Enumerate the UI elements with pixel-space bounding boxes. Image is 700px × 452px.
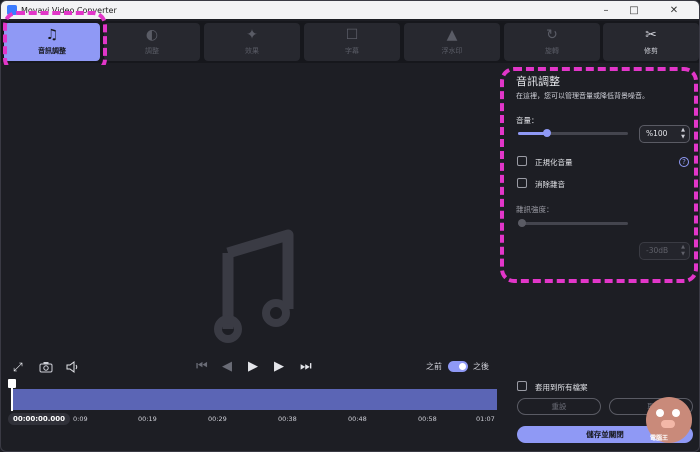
- tab-label: 浮水印: [441, 47, 463, 55]
- app-window: Movavi Video Converter – □ ✕ ♫ 音訊調整 ◐ 調整…: [0, 0, 700, 452]
- volume-icon[interactable]: [65, 360, 79, 374]
- highlight-audio-tab: [3, 11, 107, 73]
- mascot-eye: [672, 409, 680, 417]
- fullscreen-icon[interactable]: ⤢: [13, 359, 23, 375]
- tick-label: 00:19: [138, 415, 157, 423]
- music-note-icon: [214, 229, 294, 343]
- next-frame-icon[interactable]: ▶: [274, 359, 284, 375]
- tick-label: 01:07: [476, 415, 495, 423]
- before-after-toggle[interactable]: [448, 361, 468, 372]
- tick-label: 00:29: [208, 415, 227, 423]
- preview-area: [1, 65, 501, 355]
- before-label: 之前: [426, 362, 442, 371]
- tab-label: 字幕: [345, 47, 359, 55]
- close-button[interactable]: ✕: [649, 1, 699, 19]
- play-icon[interactable]: ▶: [248, 359, 258, 375]
- tab-rotate[interactable]: ↻ 旋轉: [504, 23, 600, 61]
- current-time: 00:00:00.000: [8, 413, 70, 425]
- tab-subtitles[interactable]: ☐ 字幕: [304, 23, 400, 61]
- timeline-ruler: 0:09 00:19 00:29 00:38 00:48 00:58 01:07: [1, 411, 501, 427]
- after-label: 之後: [473, 362, 489, 371]
- apply-all-checkbox[interactable]: [517, 381, 527, 391]
- magic-wand-icon: ✦: [246, 27, 258, 43]
- stamp-icon: ▲: [446, 27, 458, 43]
- tick-label: 00:48: [348, 415, 367, 423]
- speech-bubble-icon: ☐: [345, 27, 359, 43]
- skip-to-end-icon[interactable]: ⏭: [300, 359, 312, 375]
- reset-button[interactable]: 重設: [517, 398, 601, 415]
- tab-adjust[interactable]: ◐ 調整: [104, 23, 200, 61]
- tab-watermark[interactable]: ▲ 浮水印: [404, 23, 500, 61]
- minimize-button[interactable]: –: [593, 1, 619, 19]
- tick-label: 00:38: [278, 415, 297, 423]
- timeline-track[interactable]: [11, 389, 497, 410]
- mascot-snout: [661, 420, 675, 428]
- tab-trim[interactable]: ✂ 修剪: [603, 23, 699, 61]
- rotate-icon: ↻: [546, 27, 558, 43]
- playhead-handle[interactable]: [8, 379, 16, 411]
- maximize-button[interactable]: □: [621, 1, 647, 19]
- previous-frame-icon[interactable]: ◀: [222, 359, 232, 375]
- tab-label: 效果: [245, 47, 259, 55]
- highlight-audio-panel: [500, 67, 698, 283]
- apply-all-label: 套用到所有檔案: [535, 383, 588, 392]
- mascot-eye: [656, 409, 664, 417]
- camera-icon[interactable]: [39, 361, 53, 373]
- tab-label: 調整: [145, 47, 159, 55]
- tab-effects[interactable]: ✦ 效果: [204, 23, 300, 61]
- tick-label: 0:09: [73, 415, 88, 423]
- tick-label: 00:58: [418, 415, 437, 423]
- title-bar: Movavi Video Converter – □ ✕: [1, 1, 699, 19]
- scissors-icon: ✂: [645, 27, 657, 43]
- skip-to-start-icon[interactable]: ⏮: [196, 359, 208, 375]
- tab-label: 旋轉: [545, 47, 559, 55]
- watermark-logo: 電腦王: [646, 397, 692, 443]
- adjust-icon: ◐: [145, 27, 159, 43]
- watermark-text: 電腦王: [650, 435, 669, 442]
- player-controls: ⤢ ⏮ ◀ ▶ ▶ ⏭ 之前 之後: [1, 357, 501, 379]
- tab-label: 修剪: [644, 47, 658, 55]
